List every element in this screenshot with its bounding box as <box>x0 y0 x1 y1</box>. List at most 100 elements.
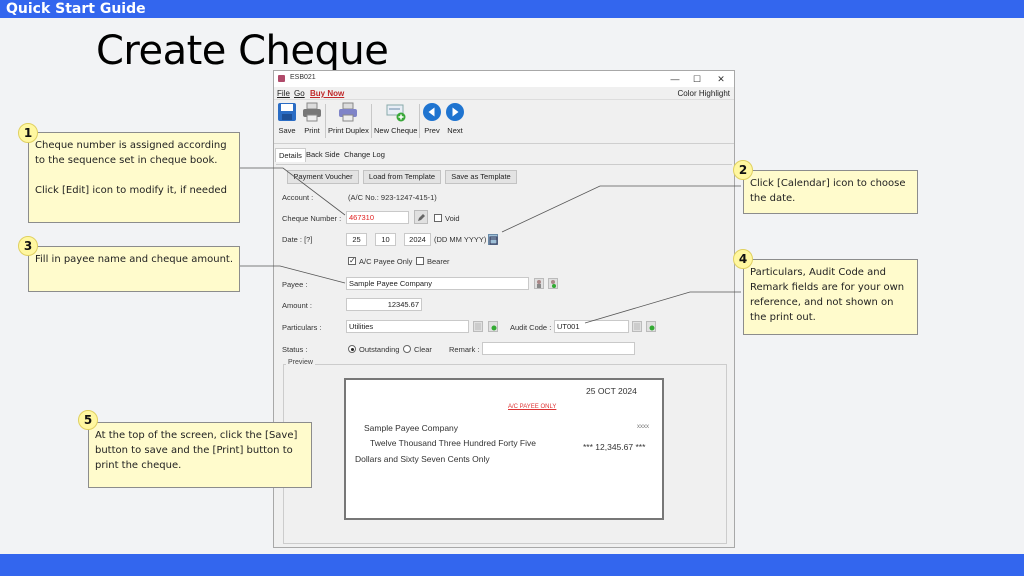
document-icon <box>475 323 481 330</box>
cheque-window: ESB021 — ☐ ✕ File Go Buy Now Color Highl… <box>273 70 735 548</box>
callout-3-text: Fill in payee name and cheque amount. <box>35 254 234 265</box>
payee-input[interactable]: Sample Payee Company <box>346 277 529 290</box>
menu-buy-now[interactable]: Buy Now <box>310 89 344 98</box>
toolbar-separator <box>371 104 372 138</box>
payment-voucher-button[interactable]: Payment Voucher <box>287 170 359 184</box>
status-clear-radio[interactable] <box>403 345 411 353</box>
preview-words-line1: Twelve Thousand Three Hundred Forty Five <box>370 438 536 448</box>
callout-badge-2: 2 <box>733 160 753 180</box>
particulars-lookup-button[interactable] <box>473 321 483 332</box>
calendar-button[interactable] <box>488 234 498 245</box>
particulars-label: Particulars : <box>282 323 322 332</box>
print-duplex-button[interactable]: Print Duplex <box>328 102 369 135</box>
date-label: Date : [?] <box>282 235 313 244</box>
save-template-button[interactable]: Save as Template <box>445 170 517 184</box>
status-outstanding-radio[interactable] <box>348 345 356 353</box>
payee-lookup-button[interactable] <box>534 278 544 289</box>
next-button[interactable]: Next <box>445 102 465 135</box>
tab-back-side[interactable]: Back Side <box>303 148 343 162</box>
callout-2-text: Click [Calendar] icon to choose the date… <box>750 178 906 204</box>
print-button[interactable]: Print <box>302 102 322 135</box>
printer-duplex-icon <box>338 102 358 122</box>
void-checkbox[interactable] <box>434 214 442 222</box>
void-label: Void <box>445 214 460 223</box>
toolbar: Save Print Print Duplex New Cheque Prev … <box>274 100 734 144</box>
callout-2: Click [Calendar] icon to choose the date… <box>743 170 918 214</box>
date-format-hint: (DD MM YYYY) <box>434 235 487 244</box>
remark-input[interactable] <box>482 342 635 355</box>
date-year-input[interactable]: 2024 <box>404 233 431 246</box>
load-template-button[interactable]: Load from Template <box>363 170 441 184</box>
preview-label: Preview <box>286 359 315 366</box>
audit-code-input[interactable]: UT001 <box>554 320 629 333</box>
callout-4: Particulars, Audit Code and Remark field… <box>743 259 918 335</box>
menu-go[interactable]: Go <box>294 89 305 98</box>
toolbar-separator <box>419 104 420 138</box>
person-icon <box>537 280 541 288</box>
details-panel: Payment Voucher Load from Template Save … <box>276 164 732 544</box>
callout-1-text: Cheque number is assigned according to t… <box>35 140 227 166</box>
preview-xxxx: xxxx <box>637 424 649 430</box>
close-button[interactable]: ✕ <box>710 72 732 86</box>
date-month-input[interactable]: 10 <box>375 233 396 246</box>
status-outstanding-label: Outstanding <box>359 345 400 354</box>
save-button[interactable]: Save <box>277 102 297 135</box>
next-arrow-icon <box>445 102 465 122</box>
callout-4-text: Particulars, Audit Code and Remark field… <box>750 267 905 323</box>
maximize-button[interactable]: ☐ <box>686 72 708 86</box>
minimize-button[interactable]: — <box>664 72 686 86</box>
edit-icon <box>418 214 425 221</box>
header-bar: Quick Start Guide <box>0 0 1024 18</box>
bearer-checkbox[interactable] <box>416 257 424 265</box>
account-value: (A/C No.: 923-1247-415-1) <box>348 193 437 202</box>
calendar-icon <box>489 236 498 245</box>
callout-badge-3: 3 <box>18 236 38 256</box>
callout-5: At the top of the screen, click the [Sav… <box>88 422 312 488</box>
footer-bar <box>0 554 1024 576</box>
callout-5-text: At the top of the screen, click the [Sav… <box>95 430 298 471</box>
ac-payee-only-label: A/C Payee Only <box>359 257 413 266</box>
ac-payee-only-checkbox[interactable] <box>348 256 356 265</box>
audit-code-add-button[interactable] <box>646 321 656 332</box>
bearer-label: Bearer <box>427 257 450 266</box>
payee-add-button[interactable] <box>548 278 558 289</box>
payee-label: Payee : <box>282 280 308 289</box>
preview-ac-payee: A/C PAYEE ONLY <box>508 404 557 410</box>
preview-payee: Sample Payee Company <box>364 423 459 433</box>
particulars-input[interactable]: Utilities <box>346 320 469 333</box>
prev-button[interactable]: Prev <box>422 102 442 135</box>
account-label: Account : <box>282 193 314 202</box>
printer-icon <box>302 102 322 122</box>
edit-cheque-number-button[interactable] <box>414 210 428 224</box>
menu-file[interactable]: File <box>277 89 290 98</box>
remark-label: Remark : <box>449 345 480 354</box>
add-icon <box>649 325 655 331</box>
title-bar: ESB021 — ☐ ✕ <box>274 71 734 87</box>
color-highlight-menu[interactable]: Color Highlight <box>678 89 730 98</box>
callout-3: Fill in payee name and cheque amount. <box>28 246 240 292</box>
cheque-number-input[interactable]: 467310 <box>346 211 409 224</box>
add-person-icon <box>551 280 556 288</box>
status-clear-label: Clear <box>414 345 432 354</box>
tab-details[interactable]: Details <box>275 148 306 162</box>
amount-input[interactable]: 12345.67 <box>346 298 422 311</box>
tab-bar: Details Back Side Change Log <box>274 148 734 162</box>
document-icon <box>634 323 640 330</box>
date-day-input[interactable]: 25 <box>346 233 367 246</box>
cheque-preview: 25 OCT 2024 A/C PAYEE ONLY Sample Payee … <box>344 378 664 520</box>
window-title: ESB021 <box>290 74 316 81</box>
slide-title: Create Cheque <box>96 28 389 74</box>
audit-code-lookup-button[interactable] <box>632 321 642 332</box>
header-title: Quick Start Guide <box>6 1 146 17</box>
callout-badge-1: 1 <box>18 123 38 143</box>
new-cheque-icon <box>386 102 406 122</box>
cheque-number-label: Cheque Number : <box>282 214 342 223</box>
new-cheque-button[interactable]: New Cheque <box>374 102 417 135</box>
callout-badge-4: 4 <box>733 249 753 269</box>
tab-change-log[interactable]: Change Log <box>341 148 388 162</box>
particulars-add-button[interactable] <box>488 321 498 332</box>
preview-date: 25 OCT 2024 <box>586 386 637 396</box>
callout-1: Cheque number is assigned according to t… <box>28 132 240 223</box>
app-icon <box>278 75 285 82</box>
callout-badge-5: 5 <box>78 410 98 430</box>
